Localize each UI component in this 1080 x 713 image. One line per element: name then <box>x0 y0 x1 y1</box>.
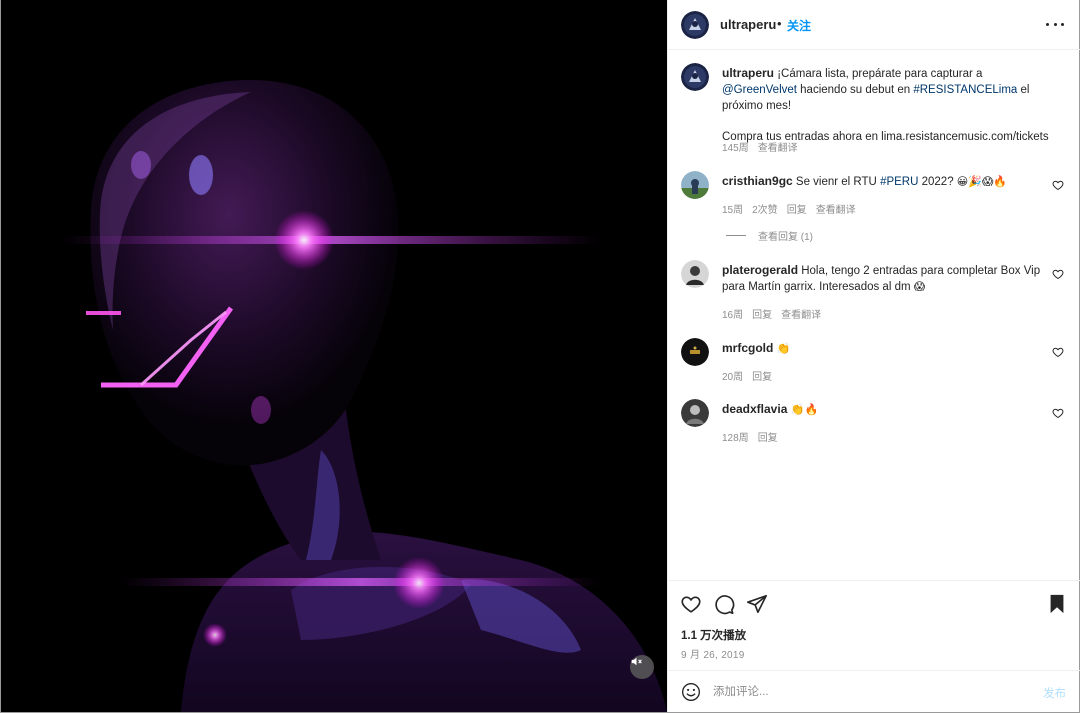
avatar[interactable] <box>681 338 709 366</box>
comment-meta: 128周 回复 <box>722 429 778 444</box>
emoji-text: 😀🎉😱🔥 <box>956 175 1008 188</box>
add-comment-bar: 发布 <box>668 670 1080 712</box>
reply-button[interactable]: 回复 <box>787 201 807 216</box>
separator-dot: • <box>777 16 782 31</box>
more-options-button[interactable] <box>1046 17 1064 31</box>
caption-meta: 145周 查看翻译 <box>722 139 798 154</box>
post-comment-button[interactable]: 发布 <box>1043 685 1066 701</box>
gold-logo-avatar-icon <box>681 338 709 366</box>
more-dot-icon <box>1053 22 1057 26</box>
hashtag-link[interactable]: #PERU <box>880 176 918 188</box>
caption-time[interactable]: 145周 <box>722 139 749 154</box>
comment-meta: 16周 回复 查看翻译 <box>722 306 821 321</box>
muted-speaker-icon <box>631 657 642 666</box>
comment-time[interactable]: 20周 <box>722 368 743 383</box>
comment-likes[interactable]: 2次赞 <box>752 201 778 216</box>
like-comment-heart-icon[interactable] <box>1052 407 1064 419</box>
caption-body: haciendo su debut en <box>796 84 914 96</box>
avatar[interactable] <box>681 63 709 91</box>
post-window: ultraperu • 关注 ultraperu ¡Cámara lista, … <box>0 0 1080 713</box>
comment-text: mrfcgold 👏 <box>722 340 1060 357</box>
like-comment-heart-icon[interactable] <box>1052 268 1064 280</box>
user-photo-icon <box>681 399 709 427</box>
post-actions: 1.1 万次播放 9 月 26, 2019 <box>668 580 1080 661</box>
comment-input[interactable] <box>713 682 1013 702</box>
reply-button[interactable]: 回复 <box>752 306 772 321</box>
comments-list[interactable]: ultraperu ¡Cámara lista, prepárate para … <box>668 51 1080 579</box>
comment-body: 2022? <box>918 176 957 188</box>
smiley-icon[interactable] <box>681 682 701 702</box>
comment-meta: 15周 2次赞 回复 查看翻译 <box>722 201 856 216</box>
video-player[interactable] <box>1 0 667 712</box>
video-frame-robot-head <box>1 0 667 712</box>
comment-time[interactable]: 128周 <box>722 429 749 444</box>
emoji-text: 👏🔥 <box>787 403 819 416</box>
post-date[interactable]: 9 月 26, 2019 <box>681 646 745 661</box>
ultraperu-avatar-icon <box>681 11 709 39</box>
more-dot-icon <box>1061 22 1064 26</box>
hashtag-link[interactable]: #RESISTANCELima <box>913 84 1017 96</box>
reply-button[interactable]: 回复 <box>758 429 778 444</box>
more-dot-icon <box>1046 22 1049 26</box>
see-translation-button[interactable]: 查看翻译 <box>781 306 821 321</box>
comment-text: deadxflavia 👏🔥 <box>722 401 1060 418</box>
comment-icon[interactable] <box>713 593 735 615</box>
heart-icon[interactable] <box>680 593 702 615</box>
replies-divider-line <box>726 235 746 236</box>
bookmark-icon[interactable] <box>1046 593 1068 615</box>
view-replies-label: 查看回复 (1) <box>758 232 813 243</box>
paper-plane-icon[interactable] <box>746 593 768 615</box>
comment-text: cristhian9gc Se vienr el RTU #PERU 2022?… <box>722 173 1060 190</box>
avatar[interactable] <box>681 11 709 39</box>
post-header: ultraperu • 关注 <box>668 0 1080 50</box>
avatar[interactable] <box>681 171 709 199</box>
caption-text: ultraperu ¡Cámara lista, prepárate para … <box>722 65 1060 145</box>
see-translation-button[interactable]: 查看翻译 <box>758 139 798 154</box>
follow-button[interactable]: 关注 <box>787 17 811 34</box>
mention-link[interactable]: @GreenVelvet <box>722 84 797 96</box>
comment-body: Se vienr el RTU <box>792 176 881 188</box>
emoji-text: 👏 <box>773 342 791 355</box>
caption-body: ¡Cámara lista, prepárate para capturar a <box>777 68 983 80</box>
avatar[interactable] <box>681 260 709 288</box>
like-comment-heart-icon[interactable] <box>1052 179 1064 191</box>
reply-button[interactable]: 回复 <box>752 368 772 383</box>
mute-button[interactable] <box>630 655 654 679</box>
see-translation-button[interactable]: 查看翻译 <box>816 201 856 216</box>
like-comment-heart-icon[interactable] <box>1052 346 1064 358</box>
comment-username[interactable]: mrfcgold <box>722 341 773 355</box>
comment-time[interactable]: 16周 <box>722 306 743 321</box>
comment-text: platerogerald Hola, tengo 2 entradas par… <box>722 262 1060 295</box>
comment-username[interactable]: platerogerald <box>722 263 798 277</box>
user-photo-icon <box>681 171 709 199</box>
ultraperu-avatar-icon <box>681 63 709 91</box>
post-author-username[interactable]: ultraperu <box>720 17 776 32</box>
post-sidebar: ultraperu • 关注 ultraperu ¡Cámara lista, … <box>667 0 1080 712</box>
comment-username[interactable]: deadxflavia <box>722 402 787 416</box>
caption-username[interactable]: ultraperu <box>722 66 774 80</box>
view-replies-button[interactable]: 查看回复 (1) <box>726 228 813 243</box>
comment-time[interactable]: 15周 <box>722 201 743 216</box>
avatar[interactable] <box>681 399 709 427</box>
user-photo-icon <box>681 260 709 288</box>
comment-meta: 20周 回复 <box>722 368 772 383</box>
view-count[interactable]: 1.1 万次播放 <box>681 627 746 643</box>
comment-username[interactable]: cristhian9gc <box>722 174 793 188</box>
emoji-text: 😱 <box>913 280 926 293</box>
